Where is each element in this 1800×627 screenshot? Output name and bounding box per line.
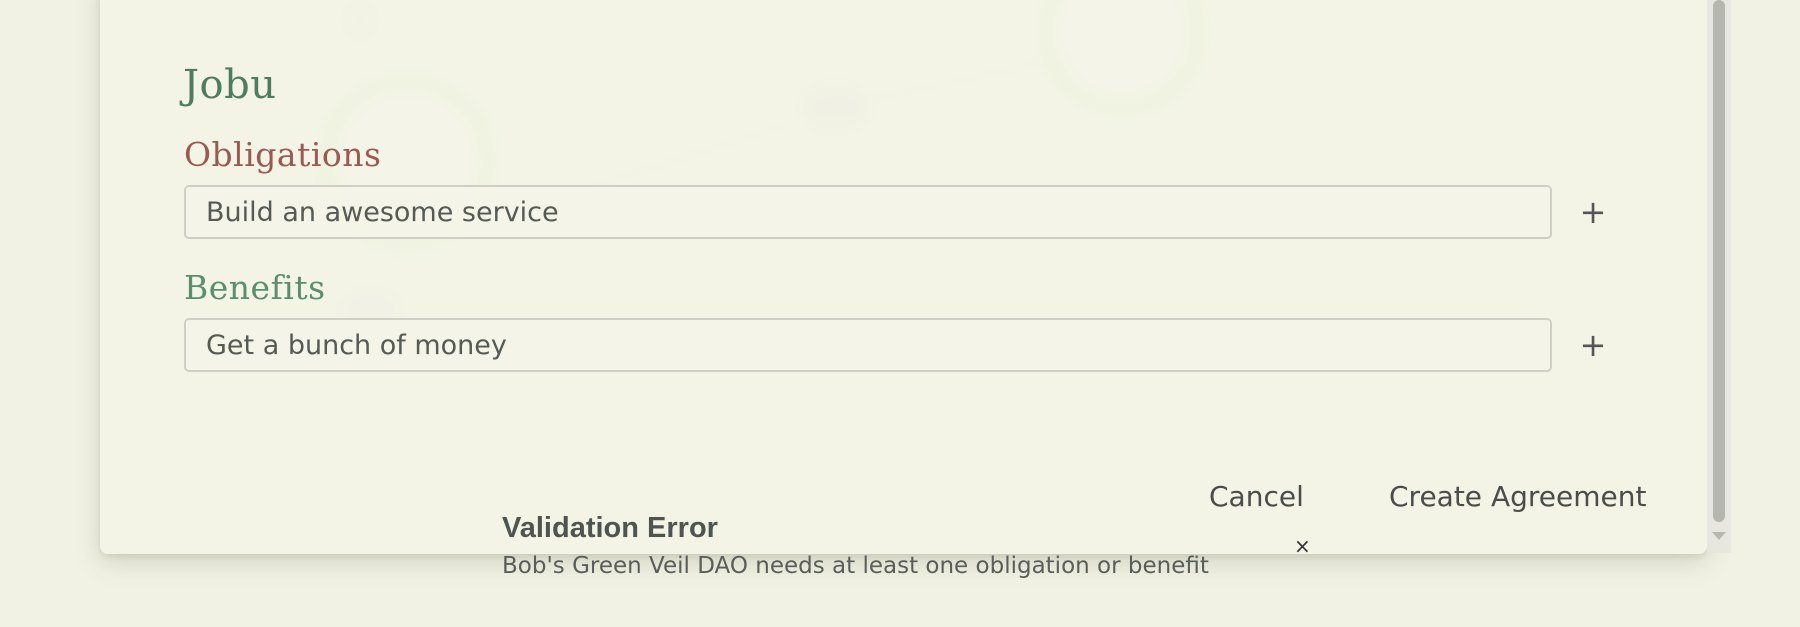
close-icon[interactable]: × [1294, 534, 1311, 558]
cancel-button[interactable]: Cancel [1209, 480, 1304, 513]
benefit-input[interactable] [184, 318, 1552, 372]
scroll-down-arrow-icon[interactable] [1712, 532, 1726, 540]
add-benefit-button[interactable]: + [1578, 329, 1608, 361]
agreement-modal [100, 0, 1707, 554]
benefits-label: Benefits [184, 268, 326, 307]
modal-scrollbar[interactable] [1707, 0, 1731, 553]
create-agreement-button[interactable]: Create Agreement [1389, 480, 1646, 513]
add-obligation-button[interactable]: + [1578, 196, 1608, 228]
scrollbar-thumb[interactable] [1713, 0, 1725, 522]
app-screen: Jobu Obligations + Benefits + Cancel Cre… [0, 0, 1800, 627]
toast-message: Bob's Green Veil DAO needs at least one … [502, 553, 1209, 579]
obligations-label: Obligations [184, 135, 382, 174]
toast-title: Validation Error [502, 512, 718, 544]
obligation-input[interactable] [184, 185, 1552, 239]
modal-title: Jobu [183, 62, 277, 108]
